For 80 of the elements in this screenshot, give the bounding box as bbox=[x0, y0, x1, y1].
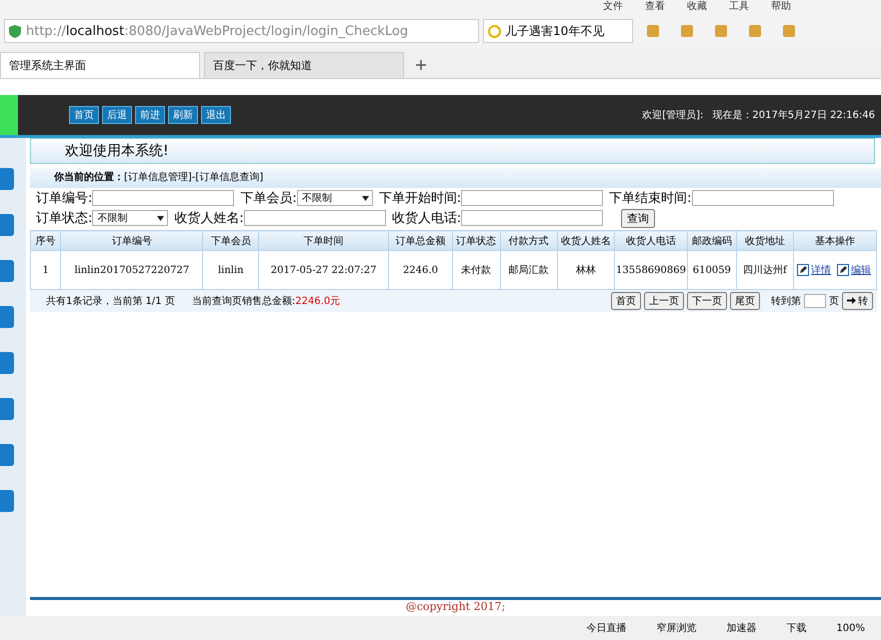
nav-button[interactable]: 退出 bbox=[201, 106, 231, 124]
menu-item[interactable]: 工具 bbox=[729, 0, 749, 14]
copyright-text: @copyright 2017; bbox=[404, 600, 506, 615]
logo-block bbox=[0, 95, 18, 135]
sidebar-button[interactable] bbox=[0, 306, 14, 328]
field-label: 收货人电话: bbox=[392, 210, 462, 227]
pager-button[interactable]: 上一页 bbox=[644, 292, 684, 310]
arrow-icon bbox=[847, 297, 856, 304]
menu-item[interactable]: 查看 bbox=[645, 0, 665, 14]
input-field[interactable] bbox=[92, 190, 234, 206]
column-header: 订单编号 bbox=[60, 230, 203, 250]
action-link[interactable]: 详情 bbox=[810, 265, 831, 276]
column-header: 订单状态 bbox=[452, 230, 500, 250]
menu-item[interactable]: 收藏 bbox=[687, 0, 707, 14]
field-label: 订单状态: bbox=[36, 210, 92, 227]
query-button[interactable]: 查询 bbox=[621, 208, 656, 228]
column-header: 序号 bbox=[30, 230, 61, 250]
new-tab-icon[interactable] bbox=[416, 60, 426, 70]
column-header: 收货人电话 bbox=[614, 230, 688, 250]
field-label: 收货人姓名: bbox=[174, 210, 244, 227]
goto-label: 转到第 bbox=[771, 295, 801, 308]
nav-button[interactable]: 首页 bbox=[69, 106, 99, 124]
status-item[interactable]: 加速器 bbox=[726, 621, 756, 635]
pager-button[interactable]: 首页 bbox=[611, 292, 641, 310]
sidebar-button[interactable] bbox=[0, 214, 14, 236]
input-field[interactable] bbox=[461, 210, 604, 226]
record-summary: 共有1条记录，当前第 1/1 页 bbox=[46, 294, 175, 308]
status-item[interactable]: 下载 bbox=[786, 621, 806, 635]
welcome-text: 欢迎[管理员]: bbox=[642, 108, 704, 122]
sidebar-button[interactable] bbox=[0, 168, 14, 190]
input-field[interactable] bbox=[244, 210, 386, 226]
location-label: 你当前的位置： bbox=[54, 172, 124, 183]
field-label: 下单结束时间: bbox=[609, 190, 692, 207]
browser-tab[interactable]: 管理系统主界面 bbox=[0, 52, 200, 78]
page-input[interactable] bbox=[804, 294, 826, 308]
clock-text: 现在是：2017年5月27日 22:16:46 bbox=[712, 109, 875, 122]
sidebar-button[interactable] bbox=[0, 260, 14, 282]
select-field[interactable]: 不限制 bbox=[296, 190, 373, 206]
welcome-message: 欢迎使用本系统! bbox=[65, 143, 169, 159]
sidebar-button[interactable] bbox=[0, 398, 14, 420]
zoom-level[interactable]: 100% bbox=[836, 622, 865, 634]
caret-icon bbox=[362, 196, 369, 201]
location-path: [订单信息管理]-[订单信息查询] bbox=[124, 172, 264, 183]
status-item[interactable]: 今日直播 bbox=[586, 621, 626, 635]
column-header: 订单总金额 bbox=[388, 230, 452, 250]
input-field[interactable] bbox=[692, 190, 834, 206]
field-label: 下单会员: bbox=[240, 190, 297, 207]
browser-tab[interactable]: 百度一下，你就知道 bbox=[204, 52, 404, 78]
address-bar[interactable]: http://localhost:8080/JavaWebProject/login/login_CheckLog bbox=[4, 19, 479, 43]
pager-button[interactable]: 下一页 bbox=[687, 292, 727, 310]
nav-button[interactable]: 前进 bbox=[135, 106, 165, 124]
action-link[interactable]: 编辑 bbox=[850, 265, 871, 276]
column-header: 下单会员 bbox=[202, 230, 259, 250]
caret-icon bbox=[157, 216, 164, 221]
sidebar-button[interactable] bbox=[0, 490, 14, 512]
status-item[interactable]: 窄屏浏览 bbox=[656, 621, 696, 635]
page-unit-label: 页 bbox=[829, 295, 839, 308]
menu-item[interactable]: 帮助 bbox=[771, 0, 791, 14]
sales-total-label: 当前查询页销售总金额:2246.0元 bbox=[192, 294, 340, 308]
shield-icon bbox=[9, 24, 21, 38]
sidebar-button[interactable] bbox=[0, 352, 14, 374]
column-header: 收货人姓名 bbox=[557, 230, 614, 250]
field-label: 订单编号: bbox=[36, 190, 92, 207]
nav-button[interactable]: 后退 bbox=[102, 106, 132, 124]
search-field[interactable]: 儿子遇害10年不见 bbox=[483, 19, 633, 43]
pencil-icon bbox=[836, 264, 849, 276]
column-header: 邮政编码 bbox=[688, 230, 736, 250]
pager-button[interactable]: 尾页 bbox=[730, 292, 760, 310]
select-field[interactable]: 不限制 bbox=[92, 210, 168, 226]
sidebar-button[interactable] bbox=[0, 444, 14, 466]
field-label: 下单开始时间: bbox=[378, 190, 462, 207]
column-header: 收货地址 bbox=[736, 230, 794, 250]
go-button[interactable]: 转 bbox=[842, 292, 873, 310]
input-field[interactable] bbox=[461, 190, 604, 206]
column-header: 付款方式 bbox=[500, 230, 558, 250]
menu-item[interactable]: 文件 bbox=[603, 0, 623, 14]
pencil-icon bbox=[796, 264, 809, 276]
column-header: 下单时间 bbox=[258, 230, 388, 250]
column-header: 基本操作 bbox=[793, 230, 876, 250]
nav-button[interactable]: 刷新 bbox=[168, 106, 198, 124]
